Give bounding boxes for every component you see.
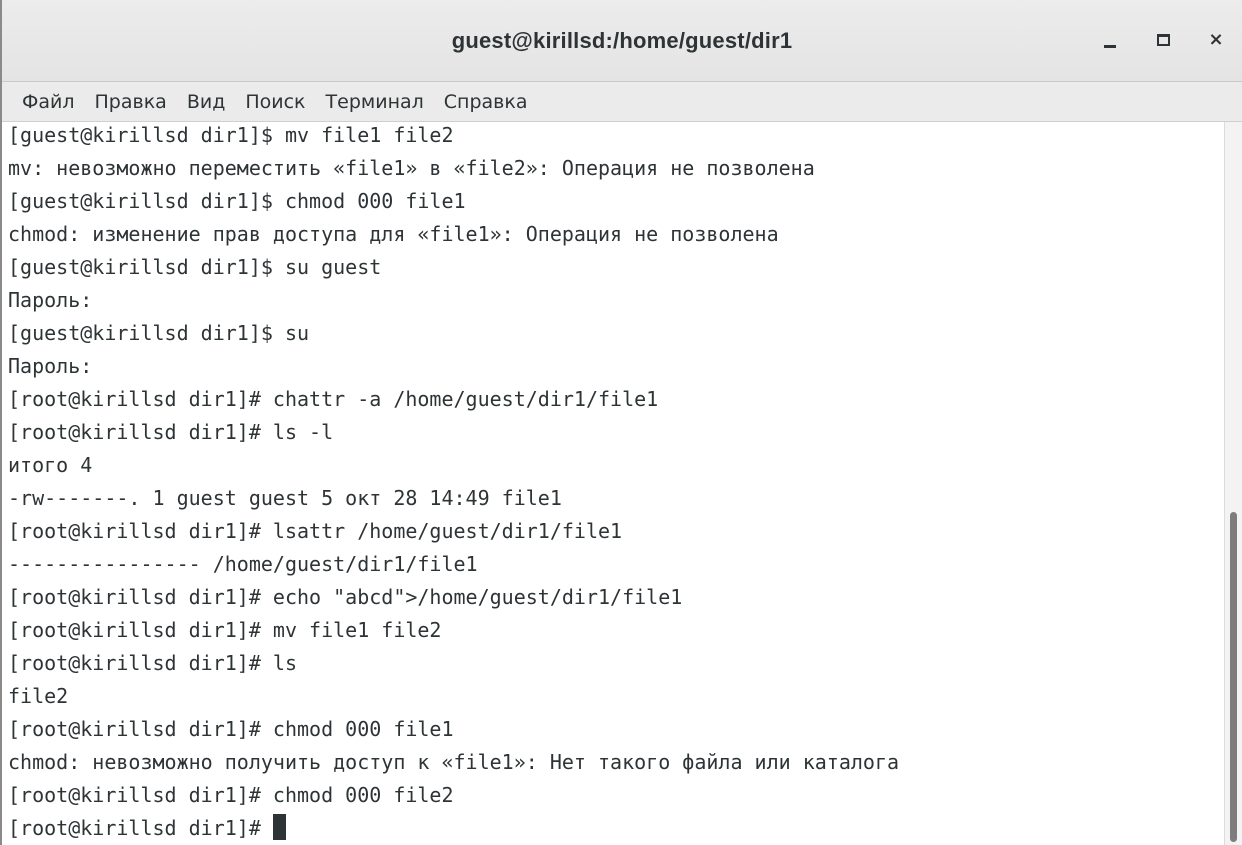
- terminal-prompt: [root@kirillsd dir1]#: [8, 816, 273, 840]
- terminal-line: chmod: изменение прав доступа для «file1…: [8, 222, 779, 246]
- terminal-line: [root@kirillsd dir1]# chattr -a /home/gu…: [8, 387, 659, 411]
- terminal-line: [root@kirillsd dir1]# chmod 000 file2: [8, 783, 454, 807]
- terminal-line: Пароль:: [8, 288, 93, 312]
- menu-item-search[interactable]: Поиск: [245, 91, 305, 113]
- terminal-line: [root@kirillsd dir1]# ls -l: [8, 420, 334, 444]
- terminal-line: Пароль:: [8, 354, 93, 378]
- terminal-line: [root@kirillsd dir1]# mv file1 file2: [8, 618, 442, 642]
- terminal-line: ---------------- /home/guest/dir1/file1: [8, 552, 478, 576]
- terminal-line: [root@kirillsd dir1]# ls: [8, 651, 297, 675]
- terminal-line: chmod: невозможно получить доступ к «fil…: [8, 750, 900, 774]
- terminal-prompt-line[interactable]: [root@kirillsd dir1]#: [8, 812, 286, 845]
- menu-item-view[interactable]: Вид: [187, 91, 226, 113]
- menu-item-help[interactable]: Справка: [444, 91, 528, 113]
- close-icon: ×: [1208, 29, 1224, 50]
- minimize-button[interactable]: [1092, 22, 1128, 58]
- terminal-line: -rw-------. 1 guest guest 5 окт 28 14:49…: [8, 486, 562, 510]
- title-bar[interactable]: guest@kirillsd:/home/guest/dir1 ×: [2, 0, 1242, 82]
- menu-item-terminal[interactable]: Терминал: [326, 91, 424, 113]
- close-button[interactable]: ×: [1198, 22, 1234, 58]
- terminal-line: [guest@kirillsd dir1]$ su: [8, 321, 310, 345]
- terminal-line: [guest@kirillsd dir1]$ chmod 000 file1: [8, 189, 466, 213]
- terminal-line: итого 4: [8, 453, 93, 477]
- window-title: guest@kirillsd:/home/guest/dir1: [451, 28, 793, 53]
- menu-item-file[interactable]: Файл: [22, 91, 75, 113]
- terminal-output[interactable]: file1 [guest@kirillsd dir1]$ mv file1 fi…: [2, 122, 1224, 845]
- terminal-line: [guest@kirillsd dir1]$ mv file1 file2: [8, 123, 454, 147]
- terminal-line: [root@kirillsd dir1]# chmod 000 file1: [8, 717, 454, 741]
- terminal-line: [root@kirillsd dir1]# echo "abcd">/home/…: [8, 585, 683, 609]
- vertical-scrollbar[interactable]: [1224, 122, 1242, 845]
- maximize-icon: [1156, 34, 1170, 46]
- minimize-icon: [1104, 44, 1116, 48]
- terminal-line: mv: невозможно переместить «file1» в «fi…: [8, 156, 815, 180]
- terminal-line: file2: [8, 684, 69, 708]
- menu-bar: Файл Правка Вид Поиск Терминал Справка: [2, 82, 1242, 122]
- menu-item-edit[interactable]: Правка: [95, 91, 167, 113]
- terminal-line: [guest@kirillsd dir1]$ su guest: [8, 255, 382, 279]
- maximize-button[interactable]: [1145, 22, 1181, 58]
- text-cursor: [272, 814, 286, 840]
- terminal-window: guest@kirillsd:/home/guest/dir1 × Файл П…: [0, 0, 1242, 845]
- terminal-line: [root@kirillsd dir1]# lsattr /home/guest…: [8, 519, 623, 543]
- scrollbar-thumb[interactable]: [1230, 512, 1237, 842]
